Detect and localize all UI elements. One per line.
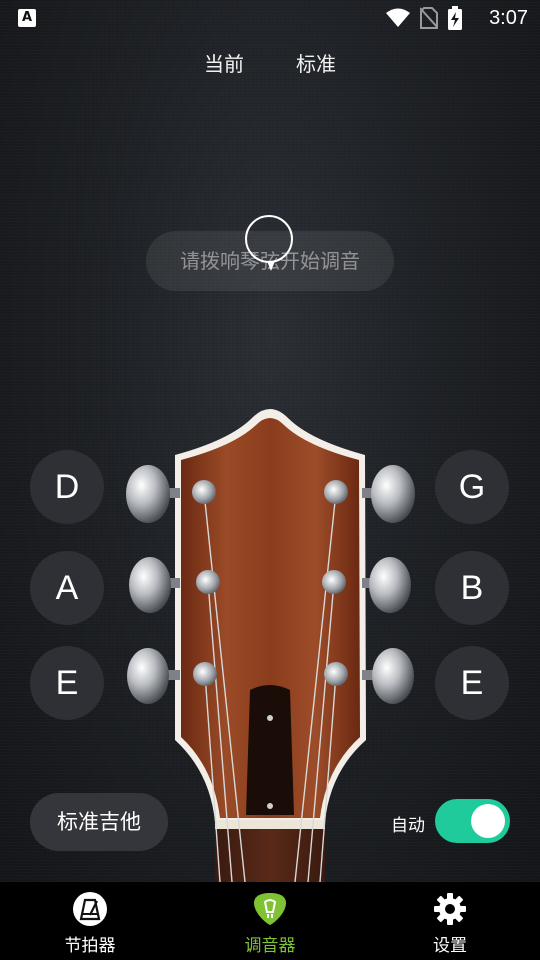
status-icons <box>386 6 462 30</box>
string-button-b[interactable]: B <box>435 551 509 625</box>
auto-mode-label: 自动 <box>391 816 425 836</box>
bottom-navigation: 节拍器 调音器 设置 <box>0 882 540 960</box>
nav-tuner-label: 调音器 <box>244 936 296 956</box>
battery-charging-icon <box>448 6 462 30</box>
pitch-indicator-ring <box>245 215 293 271</box>
string-button-a[interactable]: A <box>30 551 104 625</box>
nav-metronome[interactable]: 节拍器 <box>30 882 150 960</box>
string-button-d[interactable]: D <box>30 450 104 524</box>
tab-current[interactable]: 当前 <box>204 48 244 77</box>
nav-settings[interactable]: 设置 <box>390 882 510 960</box>
app-notification-icon: A <box>18 9 36 27</box>
string-button-g[interactable]: G <box>435 450 509 524</box>
metronome-icon <box>73 892 107 926</box>
string-button-high-e[interactable]: E <box>435 646 509 720</box>
status-time: 3:07 <box>489 7 528 29</box>
status-bar: A 3:07 <box>0 0 540 36</box>
tuning-mode-tabs: 当前 标准 <box>0 48 540 78</box>
string-button-low-e[interactable]: E <box>30 646 104 720</box>
wifi-icon <box>386 8 410 27</box>
gear-icon <box>434 893 466 925</box>
nav-tuner[interactable]: 调音器 <box>210 882 330 960</box>
tuning-preset-button[interactable]: 标准吉他 <box>30 793 168 851</box>
tuner-pick-icon <box>254 893 286 925</box>
nav-settings-label: 设置 <box>433 936 467 956</box>
auto-mode-toggle[interactable] <box>435 799 510 843</box>
no-sim-icon <box>420 7 438 29</box>
tab-standard[interactable]: 标准 <box>296 48 336 77</box>
toggle-knob <box>471 804 505 838</box>
nav-metronome-label: 节拍器 <box>64 936 116 956</box>
